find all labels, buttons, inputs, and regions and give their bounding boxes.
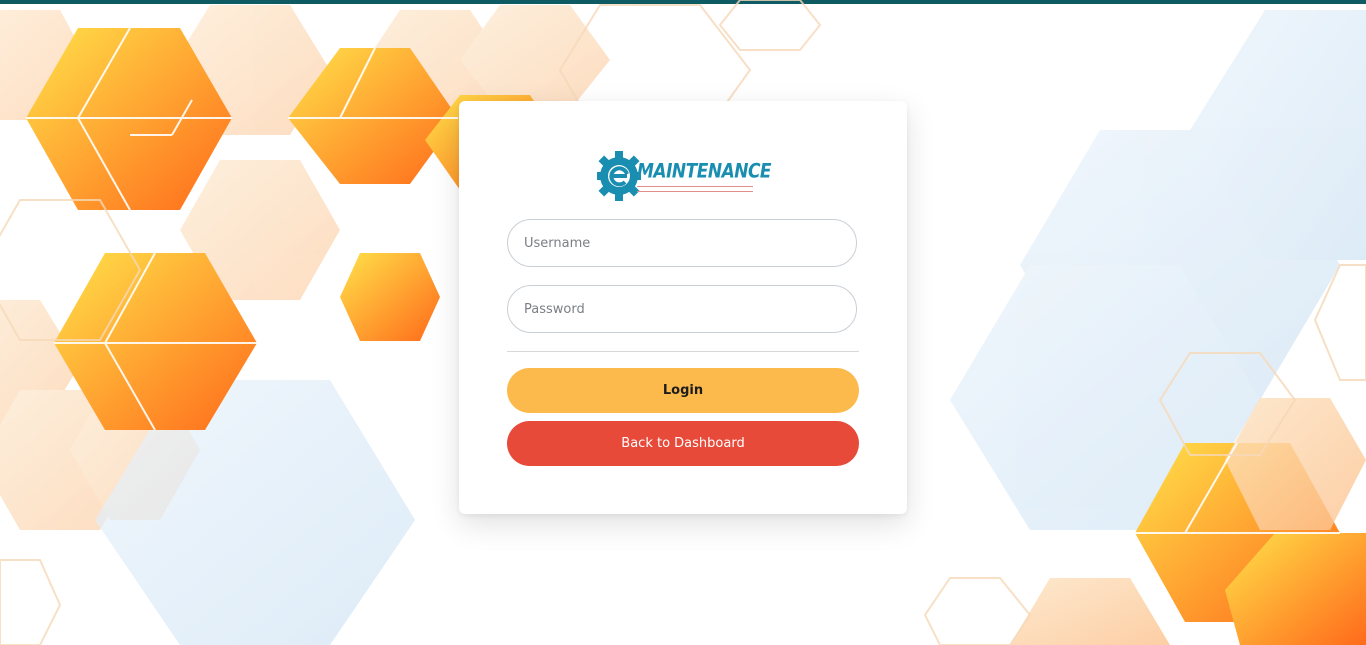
gear-icon [594,151,644,201]
logo-text: MAINTENANCE [637,160,772,183]
emaintenance-logo: MAINTENANCE [594,147,772,205]
form-divider [507,351,859,352]
login-button[interactable]: Login [507,368,859,413]
username-input[interactable] [507,219,857,267]
back-to-dashboard-button[interactable]: Back to Dashboard [507,421,859,466]
password-input[interactable] [507,285,857,333]
logo-underline [637,186,753,192]
login-card: MAINTENANCE Login Back to Dashboard [459,101,907,514]
